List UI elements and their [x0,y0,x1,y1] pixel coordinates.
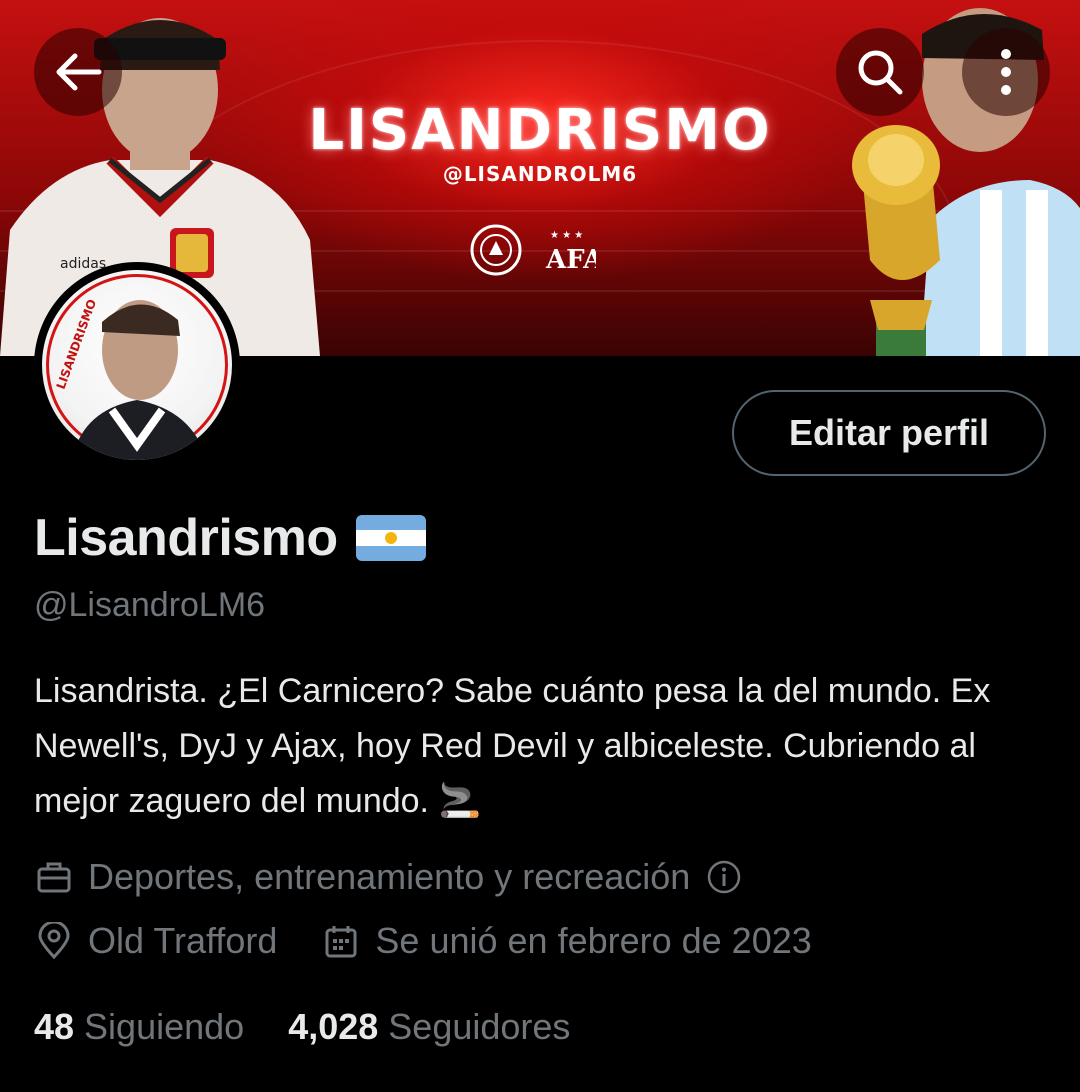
following-link[interactable]: 48 Siguiendo [34,1006,244,1048]
joined-item: Se unió en febrero de 2023 [321,920,812,962]
svg-text:★ ★ ★: ★ ★ ★ [550,230,583,241]
back-button[interactable] [34,28,122,116]
banner-handle: @LISANDROLM6 [442,162,638,186]
profile-category-row: Deportes, entrenamiento y recreación [34,856,788,898]
calendar-icon [321,921,361,961]
profile-meta-row: Old Trafford Se unió en febrero de 2023 [34,920,856,962]
location-pin-icon [34,921,74,961]
avatar[interactable]: LISANDRISMO [34,262,240,468]
followers-count: 4,028 [288,1006,379,1047]
edit-profile-button[interactable]: Editar perfil [732,390,1046,476]
banner-title: LISANDRISMO [308,98,772,163]
location-item: Old Trafford [34,920,277,962]
category-item: Deportes, entrenamiento y recreación [34,856,744,898]
following-count: 48 [34,1006,75,1047]
following-label: Siguiendo [84,1006,245,1047]
location-text: Old Trafford [88,920,278,961]
profile-bio: Lisandrista. ¿El Carnicero? Sabe cuánto … [34,672,991,820]
more-vertical-icon [1001,49,1011,95]
display-name: Lisandrismo [34,509,338,567]
follow-stats: 48 Siguiendo 4,028 Seguidores [34,1006,614,1048]
manchester-united-crest-icon [468,222,524,278]
search-button[interactable] [836,28,924,116]
followers-label: Seguidores [388,1006,571,1047]
info-icon[interactable] [704,857,744,897]
avatar-image: LISANDRISMO [42,270,232,460]
followers-link[interactable]: 4,028 Seguidores [288,1006,570,1048]
profile-page: adidas LISANDRISMO @LISANDROLM6 ★ ★ ★ AF… [0,0,1080,1092]
search-icon [858,50,903,95]
username-handle: @LisandroLM6 [34,586,266,624]
category-text: Deportes, entrenamiento y recreación [88,856,691,897]
afa-crest-icon: ★ ★ ★ AFA [540,222,596,278]
svg-text:AFA: AFA [545,245,596,275]
joined-text: Se unió en febrero de 2023 [375,920,812,961]
more-options-button[interactable] [962,28,1050,116]
svg-text:LISANDRISMO: LISANDRISMO [54,297,99,391]
arrow-left-icon [56,53,102,91]
name-row: Lisandrismo [34,508,426,568]
briefcase-icon [34,857,74,897]
argentina-flag-icon [355,515,426,561]
